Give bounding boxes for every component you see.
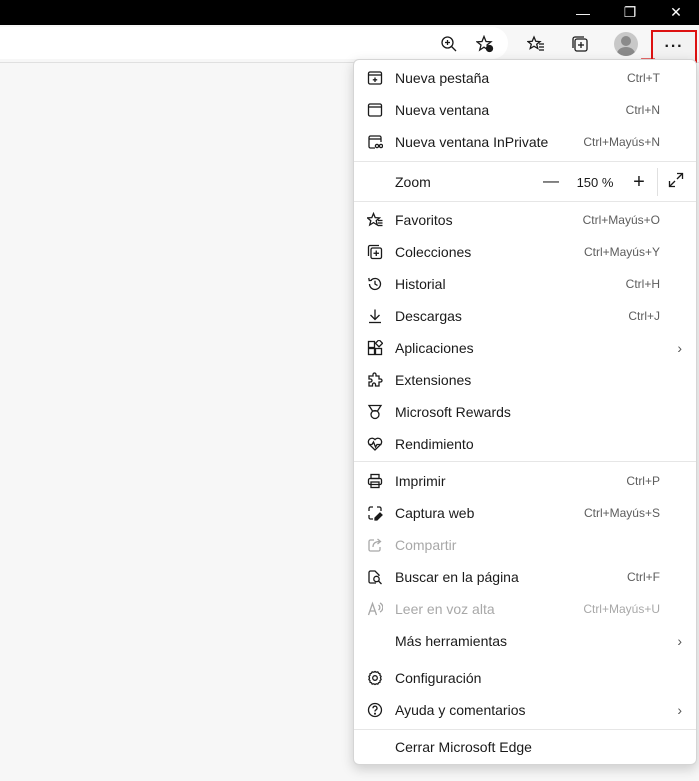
menu-item-help-feedback[interactable]: Ayuda y comentarios ›: [354, 694, 696, 726]
menu-item-downloads[interactable]: Descargas Ctrl+J: [354, 300, 696, 332]
menu-item-favorites[interactable]: Favoritos Ctrl+Mayús+O: [354, 204, 696, 236]
menu-item-find-on-page[interactable]: Buscar en la página Ctrl+F: [354, 561, 696, 593]
menu-item-print[interactable]: Imprimir Ctrl+P: [354, 465, 696, 497]
chevron-right-icon: ›: [677, 633, 682, 649]
menu-item-apps[interactable]: Aplicaciones ›: [354, 332, 696, 364]
menu-item-web-capture[interactable]: Captura web Ctrl+Mayús+S: [354, 497, 696, 529]
menu-item-new-window[interactable]: Nueva ventana Ctrl+N: [354, 94, 696, 126]
menu-item-more-tools[interactable]: Más herramientas ›: [354, 625, 696, 657]
menu-item-new-tab[interactable]: Nueva pestaña Ctrl+T: [354, 62, 696, 94]
collections-icon: [366, 243, 384, 261]
profile-avatar[interactable]: [614, 32, 638, 56]
zoom-indicator-icon[interactable]: [433, 28, 465, 60]
zoom-value: 150 %: [576, 174, 614, 190]
favorites-icon: [366, 211, 384, 229]
fullscreen-icon: [668, 171, 684, 194]
menu-item-performance[interactable]: Rendimiento: [354, 428, 696, 460]
separator: [354, 201, 696, 202]
minimize-button[interactable]: —: [560, 0, 606, 25]
restore-button[interactable]: ❐: [607, 0, 653, 25]
apps-icon: [366, 339, 384, 357]
read-aloud-icon: [366, 600, 384, 618]
menu-item-collections[interactable]: Colecciones Ctrl+Mayús+Y: [354, 236, 696, 268]
web-capture-icon: [366, 504, 384, 522]
zoom-divider: [657, 168, 658, 196]
history-icon: [366, 275, 384, 293]
find-icon: [366, 568, 384, 586]
menu-item-extensions[interactable]: Extensiones: [354, 364, 696, 396]
settings-icon: [366, 669, 384, 687]
new-window-icon: [366, 101, 384, 119]
title-bar: — ❐ ✕: [0, 0, 699, 25]
add-favorite-icon[interactable]: [469, 28, 501, 60]
zoom-row: Zoom — 150 % +: [354, 163, 696, 201]
menu-item-inprivate[interactable]: Nueva ventana InPrivate Ctrl+Mayús+N: [354, 126, 696, 158]
address-bar[interactable]: [0, 27, 508, 59]
zoom-in-button[interactable]: +: [625, 168, 653, 196]
menu-item-settings[interactable]: Configuración: [354, 662, 696, 694]
chevron-right-icon: ›: [677, 340, 682, 356]
help-icon: [366, 701, 384, 719]
rewards-icon: [366, 403, 384, 421]
chevron-right-icon: ›: [677, 702, 682, 718]
separator: [354, 461, 696, 462]
menu-item-rewards[interactable]: Microsoft Rewards: [354, 396, 696, 428]
new-tab-icon: [366, 69, 384, 87]
performance-icon: [366, 435, 384, 453]
share-icon: [366, 536, 384, 554]
print-icon: [366, 472, 384, 490]
menu-item-share[interactable]: Compartir: [354, 529, 696, 561]
separator: [354, 729, 696, 730]
downloads-icon: [366, 307, 384, 325]
extensions-icon: [366, 371, 384, 389]
settings-and-more-menu: Nueva pestaña Ctrl+T Nueva ventana Ctrl+…: [353, 59, 697, 765]
zoom-out-button[interactable]: —: [537, 168, 565, 196]
menu-item-read-aloud[interactable]: Leer en voz alta Ctrl+Mayús+U: [354, 593, 696, 625]
collections-toolbar-icon[interactable]: [564, 28, 596, 60]
inprivate-icon: [366, 133, 384, 151]
separator: [354, 161, 696, 162]
menu-item-history[interactable]: Historial Ctrl+H: [354, 268, 696, 300]
menu-item-close-edge[interactable]: Cerrar Microsoft Edge: [354, 731, 696, 763]
fullscreen-button[interactable]: [662, 168, 690, 196]
favorites-bar-icon[interactable]: [520, 28, 552, 60]
close-window-button[interactable]: ✕: [653, 0, 699, 25]
